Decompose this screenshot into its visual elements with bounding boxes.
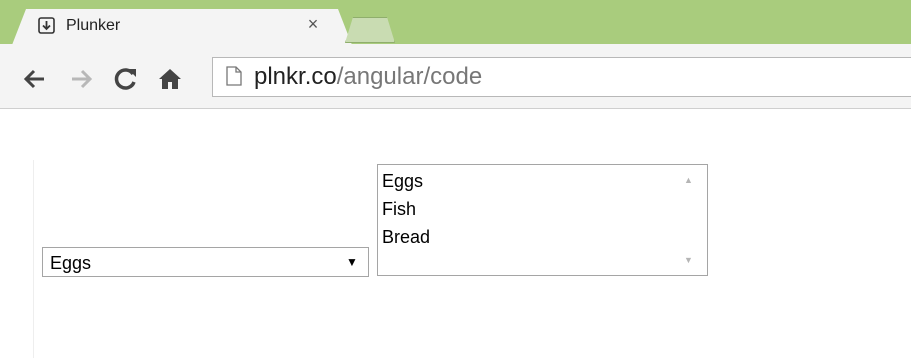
list-item[interactable]: Bread: [382, 226, 430, 248]
url-text: plnkr.co/angular/code: [254, 63, 482, 91]
new-tab-button[interactable]: [345, 17, 395, 43]
food-listbox[interactable]: [377, 164, 708, 276]
tab-close-icon[interactable]: ×: [303, 14, 323, 34]
content-divider: [33, 160, 34, 358]
list-item[interactable]: Eggs: [382, 170, 423, 192]
scroll-down-icon[interactable]: ▼: [684, 255, 693, 265]
select-selected-value: Eggs: [50, 253, 92, 273]
page-icon: [226, 66, 242, 86]
reload-icon[interactable]: [113, 66, 139, 92]
url-path: /angular/code: [336, 63, 483, 90]
dropdown-arrow-icon[interactable]: ▼: [346, 253, 358, 271]
list-item[interactable]: Fish: [382, 198, 416, 220]
url-host: plnkr.co: [254, 63, 337, 90]
food-select-dropdown[interactable]: [42, 247, 369, 277]
back-arrow-icon[interactable]: [22, 66, 48, 92]
browser-tab[interactable]: [12, 9, 352, 45]
scroll-up-icon[interactable]: ▲: [684, 175, 693, 185]
download-arrow-icon: [38, 17, 55, 34]
home-icon[interactable]: [157, 66, 183, 92]
forward-arrow-icon[interactable]: [68, 66, 94, 92]
tab-title: Plunker: [66, 17, 121, 34]
